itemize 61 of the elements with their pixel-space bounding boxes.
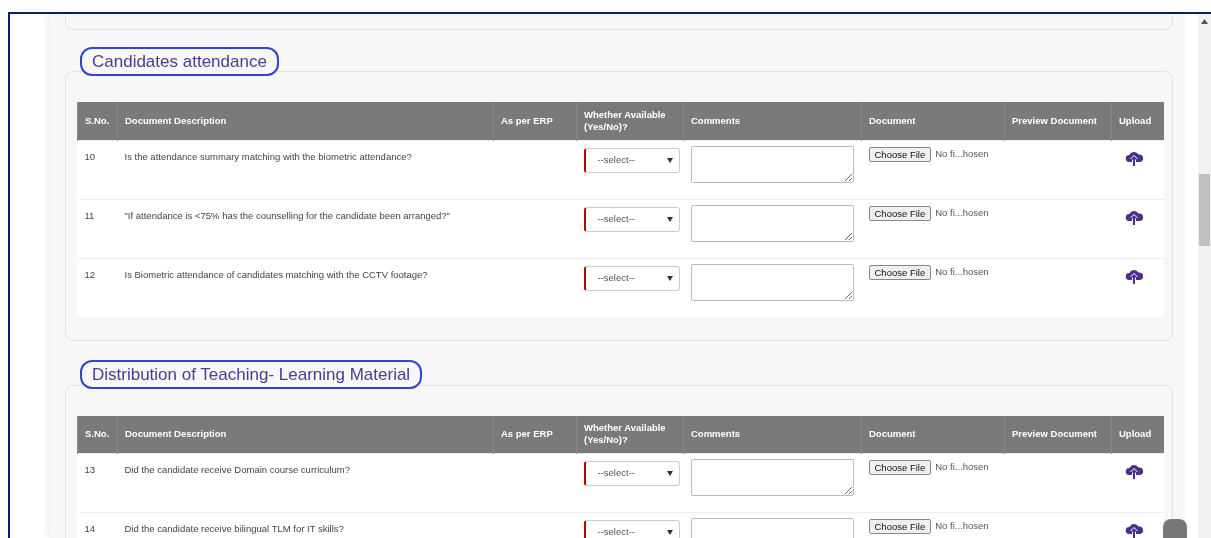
column-header: Upload <box>1111 415 1164 454</box>
column-header: Comments <box>683 102 862 141</box>
column-header: As per ERP <box>493 102 577 141</box>
choose-file-button[interactable]: Choose File <box>868 264 932 280</box>
table-cell: Did the candidate receive Domain course curriculum? <box>124 464 350 475</box>
choose-file-button[interactable]: Choose File <box>868 146 932 162</box>
table-cell: 11 <box>84 209 95 221</box>
file-status: No fi...hosen <box>935 147 989 162</box>
column-header: Whether Available (Yes/No)? <box>576 415 684 454</box>
select-dropdown[interactable]: --select-- <box>583 520 680 538</box>
column-header: Preview Document <box>1004 415 1112 454</box>
column-header: S.No. <box>77 102 118 141</box>
caret-icon <box>666 275 673 281</box>
caret-icon <box>666 216 673 222</box>
caret-icon <box>666 157 673 163</box>
choose-file-button[interactable]: Choose File <box>868 205 932 221</box>
comments-field[interactable] <box>690 204 854 242</box>
table-cell: 13 <box>84 464 96 475</box>
table-cell: 12 <box>84 268 96 280</box>
comments-field[interactable] <box>690 459 854 496</box>
upload-icon[interactable] <box>1124 149 1143 167</box>
file-status: No fi...hosen <box>935 206 989 221</box>
file-status: No fi...hosen <box>935 519 989 534</box>
scrollbar-thumb[interactable] <box>1199 174 1210 246</box>
choose-file-button[interactable]: Choose File <box>868 460 932 475</box>
column-header: Whether Available (Yes/No)? <box>576 102 684 141</box>
select-dropdown[interactable]: --select-- <box>583 461 680 486</box>
column-header: Comments <box>683 415 862 454</box>
file-status: No fi...hosen <box>935 265 989 280</box>
table-cell: 14 <box>84 523 96 534</box>
comments-field[interactable] <box>690 145 854 183</box>
table-cell: "If attendance is <75% has the counselling for the candidate been arranged?" <box>124 209 450 221</box>
section-title: Candidates attendance <box>80 47 279 76</box>
table-cell: Is Biometric attendance of candidates matching with the CCTV footage? <box>124 268 428 280</box>
file-status: No fi...hosen <box>935 460 989 475</box>
column-header: Preview Document <box>1004 102 1112 141</box>
column-header: Document <box>861 415 1005 454</box>
scroll-top-button[interactable] <box>1163 519 1187 538</box>
column-header: S.No. <box>77 415 118 454</box>
caret-icon <box>666 471 673 476</box>
comments-field[interactable] <box>690 263 854 301</box>
upload-icon[interactable] <box>1124 463 1143 480</box>
select-dropdown[interactable]: --select-- <box>583 265 680 291</box>
column-header: As per ERP <box>493 415 577 454</box>
caret-icon <box>666 530 673 535</box>
upload-icon[interactable] <box>1124 522 1143 538</box>
section-title: Distribution of Teaching- Learning Material <box>80 360 423 390</box>
upload-icon[interactable] <box>1124 267 1143 285</box>
table-cell: Did the candidate receive bilingual TLM for IT skills? <box>124 523 344 534</box>
select-dropdown[interactable]: --select-- <box>583 147 680 173</box>
select-dropdown[interactable]: --select-- <box>583 206 680 232</box>
column-header: Document Description <box>117 415 494 454</box>
table-cell: Is the attendance summary matching with the biometric attendance? <box>124 150 412 162</box>
scrollbar[interactable] <box>1198 14 1211 538</box>
table-cell: 10 <box>84 150 96 162</box>
scroll-up-icon[interactable] <box>1201 19 1208 24</box>
choose-file-button[interactable]: Choose File <box>868 519 932 534</box>
column-header: Upload <box>1111 102 1164 141</box>
column-header: Document <box>861 102 1005 141</box>
upload-icon[interactable] <box>1124 208 1143 226</box>
column-header: Document Description <box>117 102 494 141</box>
